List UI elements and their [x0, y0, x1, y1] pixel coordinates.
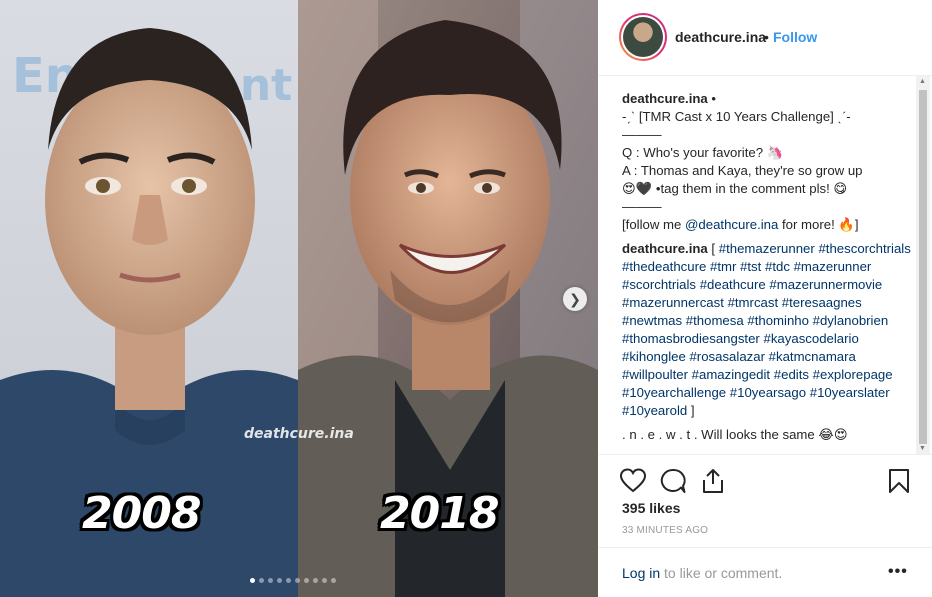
- post-side-panel: deathcure.ina • Follow deathcure.ina • -…: [598, 0, 932, 597]
- hashtag-link[interactable]: #mazerunnercast: [622, 295, 724, 310]
- hashtag-link[interactable]: #rosasalazar: [689, 349, 765, 364]
- caption-divider: ———: [622, 127, 662, 142]
- caption-scrollbar[interactable]: ▲ ▼: [916, 76, 930, 454]
- photo-watermark: deathcure.ina: [244, 426, 354, 442]
- hashtag-link[interactable]: #willpoulter: [622, 367, 688, 382]
- year-label-right: 2018: [380, 488, 499, 539]
- hashtag-link[interactable]: #mazerunner: [794, 259, 872, 274]
- chevron-right-icon: ❯: [569, 290, 581, 307]
- share-icon[interactable]: [700, 468, 726, 494]
- caption-divider-2: ———: [622, 199, 662, 214]
- hashtag-link[interactable]: #tmr: [710, 259, 736, 274]
- hashtag-link[interactable]: #scorchtrials: [622, 277, 696, 292]
- scrollbar-thumb[interactable]: [919, 90, 927, 444]
- carousel-dot: [295, 578, 300, 583]
- avatar[interactable]: [619, 13, 667, 61]
- caption-answer: A : Thomas and Kaya, they're so grow up: [622, 163, 863, 178]
- carousel-dot: [286, 578, 291, 583]
- carousel-dot: [322, 578, 327, 583]
- hashtag-link[interactable]: #thomasbrodiesangster: [622, 331, 760, 346]
- carousel-dot: [268, 578, 273, 583]
- caption-line: -ˏˋ [TMR Cast x 10 Years Challenge] ˎˊ-: [622, 109, 851, 124]
- year-label-left: 2008: [82, 488, 201, 539]
- hashtag-link[interactable]: #thomesa: [686, 313, 744, 328]
- hashtag-comment: deathcure.ina [ #themazerunner #thescorc…: [622, 240, 914, 420]
- header-username[interactable]: deathcure.ina: [675, 29, 766, 45]
- login-link[interactable]: Log in: [622, 565, 660, 581]
- heart-icon[interactable]: [620, 468, 646, 494]
- hashtag-link[interactable]: #tdc: [765, 259, 790, 274]
- login-text: to like or comment.: [660, 565, 783, 581]
- hashtag-link[interactable]: #10yearslater: [810, 385, 890, 400]
- hashtag-link[interactable]: #kayascodelario: [764, 331, 859, 346]
- carousel-dot: [250, 578, 255, 583]
- hashtag-link[interactable]: #explorepage: [813, 367, 893, 382]
- carousel-dot: [331, 578, 336, 583]
- hashtag-close: ]: [687, 403, 695, 418]
- hashtag-link[interactable]: #dylanobrien: [813, 313, 889, 328]
- hashtag-link[interactable]: #deathcure: [700, 277, 766, 292]
- hashtag-link[interactable]: #thedeathcure: [622, 259, 706, 274]
- caption-follow-suffix: for more! 🔥]: [778, 217, 859, 232]
- post-header: deathcure.ina • Follow: [598, 0, 932, 76]
- caption-question: Q : Who's your favorite? 🦄: [622, 145, 784, 160]
- comment-icon[interactable]: [660, 468, 686, 494]
- carousel-dot: [259, 578, 264, 583]
- hashtag-link[interactable]: #newtmas: [622, 313, 682, 328]
- hashtag-link[interactable]: #teresaagnes: [782, 295, 862, 310]
- hashtag-link[interactable]: #10yearold: [622, 403, 687, 418]
- more-options-button[interactable]: •••: [888, 563, 908, 581]
- post-timestamp: 33 MINUTES AGO: [622, 525, 709, 536]
- hashtag-link[interactable]: #thescorchtrials: [818, 241, 910, 256]
- post-footer: Log in to like or comment. •••: [598, 547, 932, 597]
- profile-picture: [623, 17, 663, 57]
- hashtag-open: [: [707, 241, 719, 256]
- caption-follow-prefix: [follow me: [622, 217, 686, 232]
- caption-answer-cont: 😍🖤 •tag them in the comment pls! 😋: [622, 181, 848, 196]
- header-separator: •: [764, 29, 769, 45]
- caption-username-suffix: •: [707, 91, 717, 106]
- carousel-dot: [304, 578, 309, 583]
- login-prompt: Log in to like or comment.: [622, 565, 782, 581]
- hashtag-link[interactable]: #edits: [774, 367, 809, 382]
- carousel-dot: [277, 578, 282, 583]
- caption-mention[interactable]: @deathcure.ina: [685, 217, 778, 232]
- hashtag-link[interactable]: #tmrcast: [728, 295, 779, 310]
- follow-button[interactable]: Follow: [773, 29, 817, 45]
- post-actions: [598, 454, 932, 504]
- carousel-dot: [313, 578, 318, 583]
- post-caption: deathcure.ina • -ˏˋ [TMR Cast x 10 Years…: [622, 90, 914, 454]
- hashtag-link[interactable]: #katmcnamara: [769, 349, 856, 364]
- carousel-next-button[interactable]: ❯: [563, 287, 587, 311]
- comment-preview: . n . e . w . t . Will looks the same 😂😍: [622, 427, 848, 442]
- scroll-down-icon[interactable]: ▼: [919, 445, 926, 452]
- like-count[interactable]: 395 likes: [622, 500, 680, 516]
- bookmark-icon[interactable]: [886, 468, 912, 494]
- carousel-indicator: [250, 578, 336, 583]
- hashtag-link[interactable]: #mazerunnermovie: [769, 277, 882, 292]
- scroll-up-icon[interactable]: ▲: [919, 78, 926, 85]
- hashtag-link[interactable]: #tst: [740, 259, 761, 274]
- hashtag-link[interactable]: #10yearsago: [730, 385, 806, 400]
- hashtag-link[interactable]: #thominho: [747, 313, 809, 328]
- hashtag-link[interactable]: #amazingedit: [692, 367, 770, 382]
- hashtag-comment-username[interactable]: deathcure.ina: [622, 241, 708, 256]
- hashtag-link[interactable]: #kihonglee: [622, 349, 686, 364]
- caption-username[interactable]: deathcure.ina: [622, 91, 708, 106]
- hashtag-link[interactable]: #themazerunner: [719, 241, 815, 256]
- hashtag-link[interactable]: #10yearchallenge: [622, 385, 726, 400]
- post-media[interactable]: Ent ent deathcure.ina 2008 2018 ❯: [0, 0, 598, 597]
